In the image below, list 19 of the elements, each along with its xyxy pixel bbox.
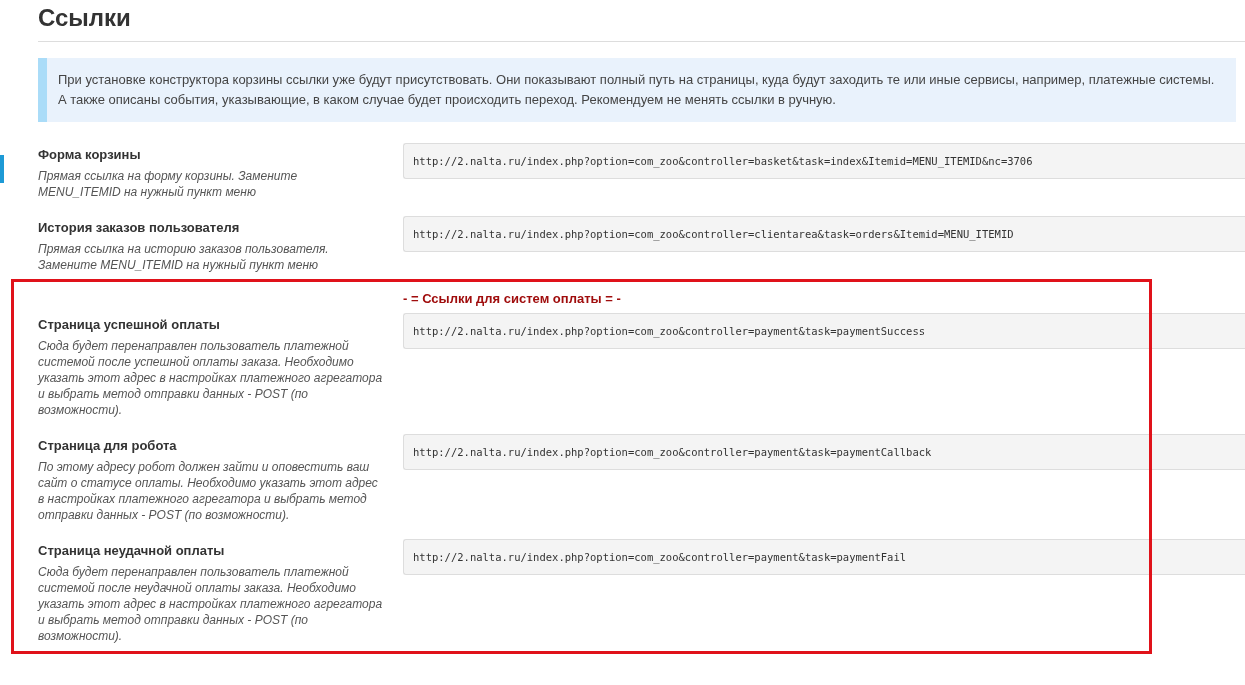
url-field[interactable]: http://2.nalta.ru/index.php?option=com_zoo&controller=payment&task=paymentSuccess: [403, 313, 1245, 349]
side-marker: [0, 155, 4, 183]
field-label: Страница для робота: [38, 437, 178, 455]
field-label: История заказов пользователя: [38, 219, 241, 237]
field-description: Сюда будет перенаправлен пользователь платежной системой после неудачной оплаты заказа. Необходимо указать этот адрес в настройках платежного агрегатора и выбрать метод отправки данных - POST (по возможности).: [38, 564, 383, 644]
page-title: Ссылки: [38, 3, 132, 31]
url-field[interactable]: http://2.nalta.ru/index.php?option=com_zoo&controller=payment&task=paymentCallback: [403, 434, 1245, 470]
info-notice: При установке конструктора корзины ссылки уже будут присутствовать. Они показывают полный путь на страницы, куда будут заходить те или иные сервисы, например, платежные системы. А также описаны события, указывающие, в каком случае будет происходить переход. Рекомендуем не менять ссылки в ручную.: [38, 58, 1236, 122]
field-description: По этому адресу робот должен зайти и оповестить ваш сайт о статусе оплаты. Необходимо указать этот адрес в настройках платежного агрегатора и выбрать метод отправки данных - POST (по возможности).: [38, 459, 379, 523]
field-description: Прямая ссылка на форму корзины. Замените MENU_ITEMID на нужный пункт меню: [38, 168, 299, 200]
field-label: Страница успешной оплаты: [38, 316, 221, 334]
url-field[interactable]: http://2.nalta.ru/index.php?option=com_zoo&controller=basket&task=index&Itemid=MENU_ITEMID&nc=3706: [403, 143, 1245, 179]
section-heading: - = Ссылки для систем оплаты = -: [403, 290, 621, 308]
url-field[interactable]: http://2.nalta.ru/index.php?option=com_zoo&controller=clientarea&task=orders&Itemid=MENU_ITEMID: [403, 216, 1245, 252]
field-description: Прямая ссылка на историю заказов пользователя. Замените MENU_ITEMID на нужный пункт меню: [38, 241, 330, 273]
field-label: Страница неудачной оплаты: [38, 542, 226, 560]
url-field[interactable]: http://2.nalta.ru/index.php?option=com_zoo&controller=payment&task=paymentFail: [403, 539, 1245, 575]
field-description: Сюда будет перенаправлен пользователь платежной системой после успешной оплаты заказа. Необходимо указать этот адрес в настройках платежного агрегатора и выбрать метод отправки данных - POST (по возможности).: [38, 338, 383, 418]
field-label: Форма корзины: [38, 146, 142, 164]
